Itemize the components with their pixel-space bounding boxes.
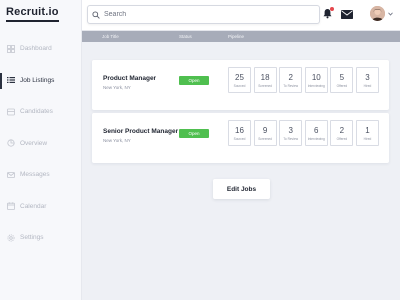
stage-count: 2 (339, 125, 345, 135)
pipeline-stage-to-review[interactable]: 2 To Review (279, 67, 303, 93)
messages-icon (7, 171, 15, 179)
stage-count: 9 (262, 125, 268, 135)
sidebar-item-dashboard[interactable]: Dashboard (0, 33, 82, 65)
stage-count: 16 (235, 125, 244, 135)
list-icon (7, 76, 15, 84)
sidebar-item-label: Settings (20, 234, 44, 242)
pipeline-stage-offered[interactable]: 5 Offered (330, 67, 354, 93)
job-location: New York, NY (103, 138, 131, 143)
pipeline-stage-offered[interactable]: 2 Offered (330, 120, 354, 146)
stage-count: 25 (235, 72, 244, 82)
search-box[interactable] (87, 5, 320, 24)
stage-count: 6 (314, 125, 319, 135)
sidebar-nav: Dashboard Job Listings Candidates Overvi… (0, 33, 82, 254)
status-button[interactable]: Open (179, 76, 209, 85)
stage-label: Screened (258, 83, 272, 88)
pipeline-stage-sourced[interactable]: 25 Sourced (228, 67, 251, 93)
mail-icon[interactable] (341, 10, 353, 19)
stage-label: Offered (336, 136, 348, 141)
chevron-down-icon[interactable] (388, 12, 393, 16)
notification-badge (330, 7, 334, 11)
pipeline-stage-screened[interactable]: 9 Screened (253, 120, 277, 146)
stage-label: Sourced (233, 136, 246, 141)
sidebar: Recruit.io Dashboard Job Listings Candid… (0, 0, 82, 300)
job-card[interactable]: Product Manager New York, NY Open 25 Sour… (92, 60, 389, 110)
pipeline-stats: 16 Sourced 9 Screened 3 To Review 6 Intervie… (228, 120, 382, 146)
sidebar-item-overview[interactable]: Overview (0, 128, 82, 160)
pipeline-stage-to-review[interactable]: 3 To Review (279, 120, 303, 146)
stage-label: Interviewing (307, 83, 325, 88)
stage-label: Hired (363, 136, 372, 141)
avatar[interactable] (370, 6, 385, 21)
status-button[interactable]: Open (179, 129, 209, 138)
pipeline-stage-interviewing[interactable]: 6 Interviewing (304, 120, 328, 146)
job-title[interactable]: Product Manager (103, 75, 156, 82)
column-header-pipeline[interactable]: Pipeline (228, 34, 244, 39)
candidates-icon (7, 108, 15, 116)
sidebar-item-label: Messages (20, 171, 50, 179)
stage-count: 1 (365, 125, 370, 135)
pipeline-stage-sourced[interactable]: 16 Sourced (228, 120, 251, 146)
sidebar-item-label: Job Listings (20, 76, 55, 84)
edit-jobs-button[interactable]: Edit Jobs (213, 179, 270, 199)
stage-label: Hired (363, 83, 372, 88)
stage-count: 2 (288, 72, 293, 82)
sidebar-item-label: Overview (20, 139, 48, 147)
settings-icon (7, 234, 15, 242)
stage-label: Interviewing (307, 136, 325, 141)
sidebar-item-label: Calendar (20, 202, 47, 210)
stage-count: 3 (288, 125, 293, 135)
sidebar-item-candidates[interactable]: Candidates (0, 96, 82, 128)
app-logo[interactable]: Recruit.io (6, 6, 59, 22)
job-location: New York, NY (103, 85, 131, 90)
sidebar-item-label: Candidates (20, 108, 53, 116)
sidebar-item-calendar[interactable]: Calendar (0, 191, 82, 223)
job-title[interactable]: Senior Product Manager (103, 128, 178, 135)
calendar-icon (7, 202, 15, 211)
sidebar-item-settings[interactable]: Settings (0, 222, 82, 254)
stage-count: 10 (311, 72, 321, 82)
pipeline-stage-interviewing[interactable]: 10 Interviewing (304, 67, 328, 93)
stage-count: 5 (339, 72, 345, 82)
job-card[interactable]: Senior Product Manager New York, NY Open… (92, 113, 389, 163)
stage-label: Sourced (233, 83, 246, 88)
sidebar-item-messages[interactable]: Messages (0, 159, 82, 191)
stage-label: To Review (283, 136, 299, 141)
stage-label: Offered (336, 83, 348, 88)
pipeline-stage-screened[interactable]: 18 Screened (253, 67, 277, 93)
stage-label: To Review (283, 83, 299, 88)
stage-count: 3 (365, 72, 370, 82)
search-input[interactable] (104, 11, 304, 18)
overview-icon (7, 139, 15, 147)
column-header-job-title[interactable]: Job Title (102, 34, 119, 39)
column-header-status[interactable]: Status (179, 34, 192, 39)
pipeline-stage-hired[interactable]: 3 Hired (355, 67, 379, 93)
table-header: Job Title Status Pipeline (82, 31, 400, 42)
sidebar-item-job-listings[interactable]: Job Listings (0, 65, 82, 97)
search-icon (92, 10, 100, 19)
stage-label: Screened (258, 136, 272, 141)
dashboard-icon (7, 44, 15, 53)
stage-count: 18 (260, 72, 270, 82)
pipeline-stats: 25 Sourced 18 Screened 2 To Review 10 Interv… (228, 67, 382, 93)
pipeline-stage-hired[interactable]: 1 Hired (355, 120, 379, 146)
sidebar-item-label: Dashboard (20, 45, 52, 53)
top-bar (82, 0, 400, 31)
